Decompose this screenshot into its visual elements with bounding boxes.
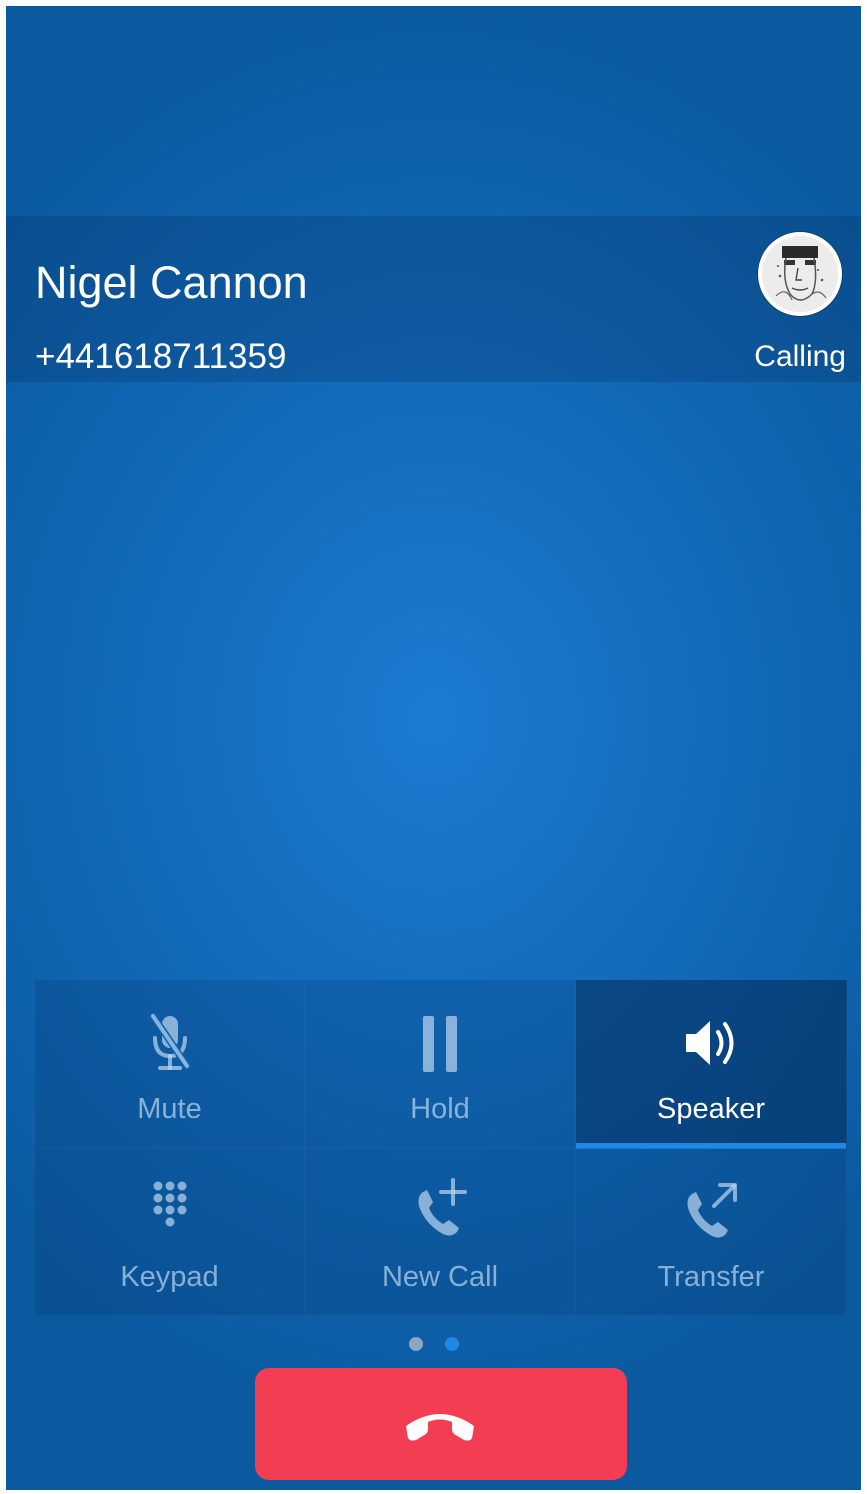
pause-icon [405,1008,475,1078]
phone-hangup-icon [406,1414,474,1441]
speaker-icon [676,1008,746,1078]
new-call-label: New Call [381,1261,499,1293]
new-call-button[interactable]: New Call [305,1148,576,1316]
keypad-button[interactable]: Keypad [35,1148,305,1316]
mute-label: Mute [137,1093,202,1125]
phone-transfer-icon [676,1176,746,1246]
transfer-label: Transfer [657,1261,765,1293]
page-dot-2[interactable] [444,1337,459,1351]
hold-button[interactable]: Hold [305,980,576,1148]
transfer-button[interactable]: Transfer [576,1148,847,1316]
contact-number: +441618711359 [35,337,287,376]
keypad-icon [135,1176,205,1246]
contact-name: Nigel Cannon [35,257,308,308]
call-controls: Mute Hold Speaker Keypad New Call Transf… [35,980,847,1316]
phone-add-icon [405,1176,475,1246]
hold-label: Hold [410,1093,470,1125]
contact-header: Nigel Cannon +441618711359 Calling [6,216,861,382]
speaker-button[interactable]: Speaker [576,980,847,1149]
end-call-button[interactable] [255,1368,627,1480]
microphone-muted-icon [135,1008,205,1078]
speaker-label: Speaker [656,1093,765,1125]
call-status: Calling [754,340,846,373]
mute-button[interactable]: Mute [35,980,305,1148]
page-dot-1[interactable] [408,1337,423,1351]
page-indicator [6,1337,861,1351]
keypad-label: Keypad [120,1261,219,1293]
call-screen: Nigel Cannon +441618711359 Calling Mute … [6,6,861,1490]
avatar [758,232,842,316]
